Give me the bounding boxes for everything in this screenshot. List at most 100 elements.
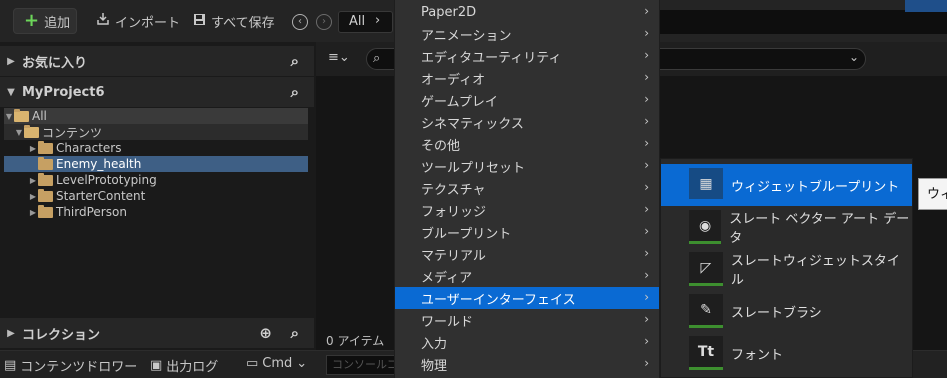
tree-item-content[interactable]: ▼ コンテンツ <box>4 124 308 140</box>
save-all-button[interactable]: すべて保存 <box>193 8 275 34</box>
cmd-dropdown[interactable]: ▭ Cmd ⌄ <box>246 356 307 371</box>
font-icon: Tt <box>689 336 723 370</box>
content-drawer-button[interactable]: ▤ コンテンツドロワー <box>4 356 137 375</box>
tree-item-enemy-health[interactable]: Enemy_health <box>4 156 308 172</box>
chevron-right-icon: › <box>644 114 649 128</box>
add-button-label: 追加 <box>44 15 71 31</box>
log-icon: ▣ <box>150 358 163 373</box>
search-icon[interactable]: ⌕ <box>291 83 299 101</box>
menu-item[interactable]: ブループリント › <box>395 221 659 243</box>
collections-header[interactable]: ▶ コレクション ⊕ ⌕ <box>0 318 314 348</box>
path-bar-extension <box>660 10 947 34</box>
project-header[interactable]: ▼ MyProject6 ⌕ <box>0 77 314 107</box>
menu-item[interactable]: シネマティックス › <box>395 111 659 133</box>
add-circle-icon[interactable]: ⊕ <box>259 324 272 342</box>
menu-item[interactable]: アニメーション › <box>395 23 659 45</box>
favorites-header[interactable]: ▶ お気に入り ⌕ <box>0 46 314 76</box>
chevron-right-icon: › <box>644 312 649 326</box>
menu-item[interactable]: その他 › <box>395 133 659 155</box>
forward-arrow-icon[interactable]: › <box>316 14 332 30</box>
chevron-right-icon: › <box>644 136 649 150</box>
menu-item-label: ユーザーインターフェイス <box>421 292 576 308</box>
tooltip-text: ウィ <box>927 187 947 202</box>
content-drawer-label: コンテンツドロワー <box>20 360 138 375</box>
search-icon[interactable]: ⌕ <box>291 52 299 70</box>
folder-open-icon <box>24 124 39 138</box>
search-icon[interactable]: ⌕ <box>291 324 299 342</box>
menu-item-label: オーディオ <box>421 72 486 88</box>
chevron-down-icon: ⌄ <box>296 356 308 371</box>
tree-item-label: Enemy_health <box>56 157 142 171</box>
menu-item[interactable]: エディタユーティリティ › <box>395 45 659 67</box>
folder-icon <box>38 140 53 154</box>
menu-item[interactable]: 入力 › <box>395 331 659 353</box>
menu-item-label: マテリアル <box>421 248 486 264</box>
menu-item[interactable]: ユーザーインターフェイス › <box>395 287 659 309</box>
tree-item-label: ThirdPerson <box>56 205 127 219</box>
tree-item-all[interactable]: ▼ All <box>4 108 308 124</box>
tree-item-label: StarterContent <box>56 189 146 203</box>
path-breadcrumb[interactable]: All <box>338 11 393 33</box>
tree-item-starter-content[interactable]: ▶ StarterContent <box>4 188 308 204</box>
menu-item-label: ゲームプレイ <box>421 94 498 110</box>
chevron-right-icon: › <box>644 224 649 238</box>
tree-item-label: LevelPrototyping <box>56 173 157 187</box>
chevron-right-icon: › <box>644 202 649 216</box>
folder-icon <box>38 188 53 202</box>
cmd-label: Cmd <box>262 356 293 371</box>
chevron-right-icon: › <box>644 70 649 84</box>
menu-item-label: エディタユーティリティ <box>421 50 562 66</box>
menu-item[interactable]: ツールプリセット › <box>395 155 659 177</box>
collections-label: コレクション <box>22 327 101 343</box>
submenu-item[interactable]: Tt フォント <box>661 332 912 374</box>
tree-item-third-person[interactable]: ▶ ThirdPerson <box>4 204 308 220</box>
chevron-right-icon: › <box>644 48 649 62</box>
menu-item-label: シネマティックス <box>421 116 524 132</box>
submenu-item[interactable]: ◸ スレートウィジェットスタイル <box>661 248 912 290</box>
folder-open-icon <box>14 108 29 122</box>
submenu-item-label: スレートブラシ <box>731 305 822 321</box>
submenu-item[interactable]: ▦ ウィジェットブループリント <box>661 164 912 206</box>
menu-item[interactable]: テクスチャ › <box>395 177 659 199</box>
menu-item[interactable]: マテリアル › <box>395 243 659 265</box>
submenu-item-label: ウィジェットブループリント <box>731 179 900 195</box>
menu-item[interactable]: 物理 › <box>395 353 659 375</box>
folder-icon <box>38 172 53 186</box>
import-icon <box>96 12 110 30</box>
menu-item[interactable]: ゲームプレイ › <box>395 89 659 111</box>
collapse-arrow-icon: ▶ <box>29 191 37 201</box>
filter-icon[interactable]: ≡⌄ <box>328 50 350 65</box>
menu-item[interactable]: フォリッジ › <box>395 199 659 221</box>
console-input[interactable]: コンソールコ <box>326 355 396 375</box>
user-interface-submenu: ▦ ウィジェットブループリント ◉ スレート ベクター アート データ ◸ スレートウィジ… <box>660 158 913 378</box>
menu-item-label: 入力 <box>421 336 448 352</box>
folder-icon <box>38 156 53 170</box>
expand-arrow-icon: ▼ <box>15 127 23 137</box>
tree-item-label: コンテンツ <box>42 125 103 140</box>
drawer-icon: ▤ <box>4 358 17 373</box>
tree-item-characters[interactable]: ▶ Characters <box>4 140 308 156</box>
path-label: All <box>349 14 366 29</box>
item-count: 0 アイテム <box>326 334 385 348</box>
import-button[interactable]: インポート <box>96 8 180 34</box>
submenu-item[interactable]: ✎ スレートブラシ <box>661 290 912 332</box>
submenu-item[interactable]: ◉ スレート ベクター アート データ <box>661 206 912 248</box>
menu-item[interactable]: メディア › <box>395 265 659 287</box>
chevron-right-icon: › <box>644 92 649 106</box>
tree-item-level-prototyping[interactable]: ▶ LevelPrototyping <box>4 172 308 188</box>
back-arrow-icon[interactable]: ‹ <box>292 14 308 30</box>
menu-item[interactable]: Paper2D › <box>395 1 659 23</box>
terminal-icon: ▭ <box>246 356 259 371</box>
add-button[interactable]: + 追加 <box>13 8 77 34</box>
menu-item[interactable]: ワールド › <box>395 309 659 331</box>
chevron-down-icon[interactable]: ⌄ <box>849 50 859 64</box>
chevron-right-icon: › <box>644 158 649 172</box>
menu-item-label: その他 <box>421 138 461 154</box>
output-log-button[interactable]: ▣ 出力ログ <box>150 356 218 375</box>
slate-brush-icon: ✎ <box>689 294 723 328</box>
tree-item-label: Characters <box>56 141 122 155</box>
submenu-item-label: スレート ベクター アート データ <box>729 212 910 246</box>
menu-item[interactable]: オーディオ › <box>395 67 659 89</box>
favorites-label: お気に入り <box>22 55 88 71</box>
path-chevron-icon[interactable]: › <box>375 13 380 28</box>
